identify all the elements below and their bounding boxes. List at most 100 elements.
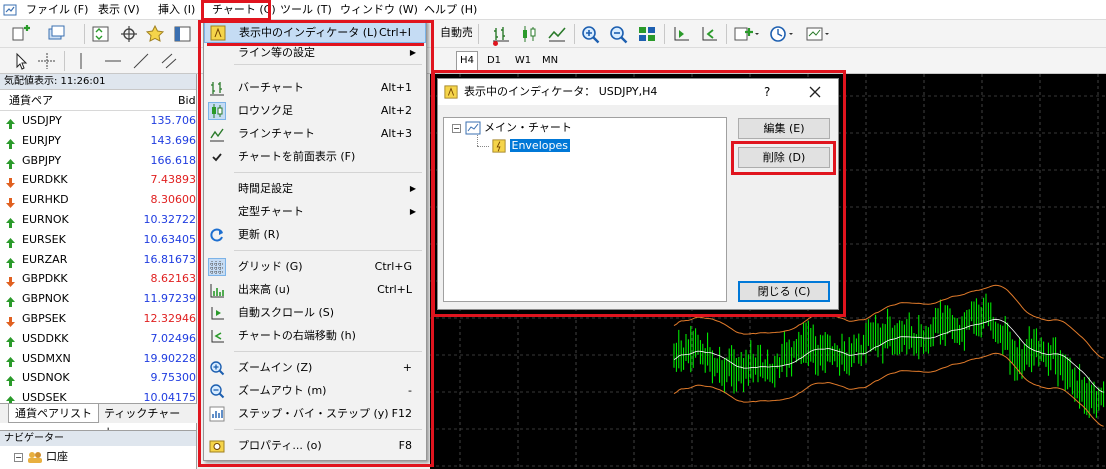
up-arrow-icon: [6, 156, 15, 169]
symbol-cell: EURNOK: [22, 212, 69, 226]
new-chart-icon[interactable]: [10, 24, 32, 44]
zoom-in-icon[interactable]: [580, 24, 602, 44]
symbol-cell: USDJPY: [22, 114, 62, 127]
menu-tools[interactable]: ツール (T): [280, 0, 332, 20]
table-row[interactable]: USDNOK 9.75300: [0, 368, 196, 388]
menu-bar: ファイル (F) 表示 (V) 挿入 (I) チャート (C) ツール (T) …: [0, 0, 1106, 20]
bid-cell: 12.32946: [143, 311, 197, 325]
up-arrow-icon: [6, 294, 15, 308]
symbol-cell: EURJPY: [22, 133, 61, 147]
symbol-cell: EURHKD: [22, 193, 69, 207]
cursor-icon[interactable]: [10, 51, 32, 71]
timeframe-h4[interactable]: H4: [456, 51, 478, 71]
down-arrow-icon: [6, 195, 15, 209]
symbol-cell: USDNOK: [22, 371, 70, 385]
column-header-symbol[interactable]: 通貨ペア: [9, 90, 53, 111]
equidistant-channel-icon[interactable]: [158, 51, 180, 71]
up-arrow-icon: [6, 215, 15, 228]
annotation-chart-menu: [201, 0, 271, 21]
table-row[interactable]: GBPDKK 8.62163: [0, 269, 196, 289]
bid-cell: 166.618: [150, 153, 197, 167]
table-row[interactable]: EURDKK 7.43893: [0, 170, 196, 190]
periods-icon[interactable]: [768, 24, 796, 44]
down-arrow-icon: [6, 175, 15, 189]
up-arrow-icon: [6, 255, 15, 268]
table-row[interactable]: GBPSEK 12.32946: [0, 309, 196, 329]
bid-cell: 135.706: [150, 114, 197, 127]
table-row[interactable]: GBPNOK 11.97239: [0, 289, 196, 309]
up-arrow-icon: [6, 354, 15, 367]
bid-cell: 7.02496: [150, 331, 197, 345]
annotation-underline: [207, 43, 424, 46]
data-window-icon[interactable]: [118, 24, 140, 44]
zoom-out-icon[interactable]: [608, 24, 630, 44]
navigator-accounts[interactable]: − 口座: [14, 449, 68, 465]
bid-cell: 16.81673: [143, 252, 197, 266]
record-dot-icon: [493, 41, 498, 46]
bid-cell: 9.75300: [150, 371, 197, 385]
crosshair-icon[interactable]: [36, 51, 58, 71]
up-arrow-icon: [6, 373, 15, 387]
templates-icon[interactable]: [804, 24, 832, 44]
chart-shift-icon[interactable]: [698, 24, 720, 44]
menu-window[interactable]: ウィンドウ (W): [340, 0, 418, 20]
profiles-icon[interactable]: [46, 24, 68, 44]
table-row[interactable]: USDMXN 19.90228: [0, 349, 196, 369]
table-row[interactable]: EURJPY 143.696: [0, 131, 196, 151]
column-header-bid[interactable]: Bid: [178, 90, 196, 111]
table-row[interactable]: EURHKD 8.30600: [0, 190, 196, 210]
symbol-cell: GBPDKK: [22, 272, 68, 286]
tab-symbols[interactable]: 通貨ペアリスト: [8, 404, 99, 423]
line-chart-icon[interactable]: [546, 24, 568, 44]
annotation-chart-dropdown: [198, 20, 434, 467]
menu-help[interactable]: ヘルプ (H): [424, 0, 477, 20]
table-row[interactable]: EURNOK 10.32722: [0, 210, 196, 230]
up-arrow-icon: [6, 116, 15, 129]
auto-scroll-icon[interactable]: [670, 24, 692, 44]
bid-cell: 10.32722: [143, 212, 197, 226]
navigator-panel: ナビゲーター − 口座: [0, 430, 197, 469]
indicators-icon[interactable]: [732, 24, 760, 44]
bid-cell: 143.696: [150, 133, 197, 147]
trend-line-icon[interactable]: [130, 51, 152, 71]
symbol-cell: GBPNOK: [22, 292, 69, 306]
market-watch-title: 気配値表示: 11:26:01: [0, 74, 196, 90]
market-watch-panel: 気配値表示: 11:26:01 通貨ペア Bid USDJPY 135.706 E…: [0, 74, 197, 430]
navigator-icon[interactable]: [144, 24, 166, 44]
collapse-icon[interactable]: −: [14, 452, 23, 462]
down-arrow-icon: [6, 274, 15, 288]
table-row[interactable]: USDJPY 135.706: [0, 111, 196, 131]
down-arrow-icon: [6, 314, 15, 327]
navigator-title: ナビゲーター: [0, 431, 196, 446]
timeframe-mn[interactable]: MN: [538, 51, 562, 71]
timeframe-d1[interactable]: D1: [483, 51, 505, 71]
candlestick-icon[interactable]: [518, 24, 540, 44]
symbol-cell: GBPSEK: [22, 311, 66, 325]
standard-toolbar: [0, 20, 1106, 48]
table-row[interactable]: GBPJPY 166.618: [0, 151, 196, 171]
table-row[interactable]: EURSEK 10.63405: [0, 230, 196, 250]
table-row[interactable]: USDDKK 7.02496: [0, 329, 196, 349]
market-watch-header: 通貨ペア Bid: [0, 90, 196, 111]
up-arrow-icon: [6, 136, 15, 149]
up-arrow-icon: [6, 393, 15, 407]
menu-file[interactable]: ファイル (F): [26, 0, 88, 20]
symbol-cell: EURSEK: [22, 232, 66, 246]
up-arrow-icon: [6, 235, 15, 248]
terminal-icon[interactable]: [172, 24, 194, 44]
auto-trading-button[interactable]: 自動売買: [428, 24, 472, 42]
bid-cell: 8.62163: [150, 272, 197, 286]
symbol-cell: USDMXN: [22, 351, 71, 365]
horizontal-line-icon[interactable]: [102, 51, 124, 71]
timeframe-w1[interactable]: W1: [511, 51, 535, 71]
tile-windows-icon[interactable]: [636, 24, 658, 44]
symbol-cell: USDDKK: [22, 331, 69, 345]
bid-cell: 19.90228: [143, 351, 197, 365]
tab-tick-chart[interactable]: ティックチャート: [98, 404, 197, 439]
menu-view[interactable]: 表示 (V): [98, 0, 140, 20]
table-row[interactable]: EURZAR 16.81673: [0, 250, 196, 270]
market-watch-icon[interactable]: [90, 24, 112, 44]
menu-insert[interactable]: 挿入 (I): [158, 0, 195, 20]
vertical-line-icon[interactable]: [70, 51, 92, 71]
annotation-delete-button: [731, 141, 836, 175]
